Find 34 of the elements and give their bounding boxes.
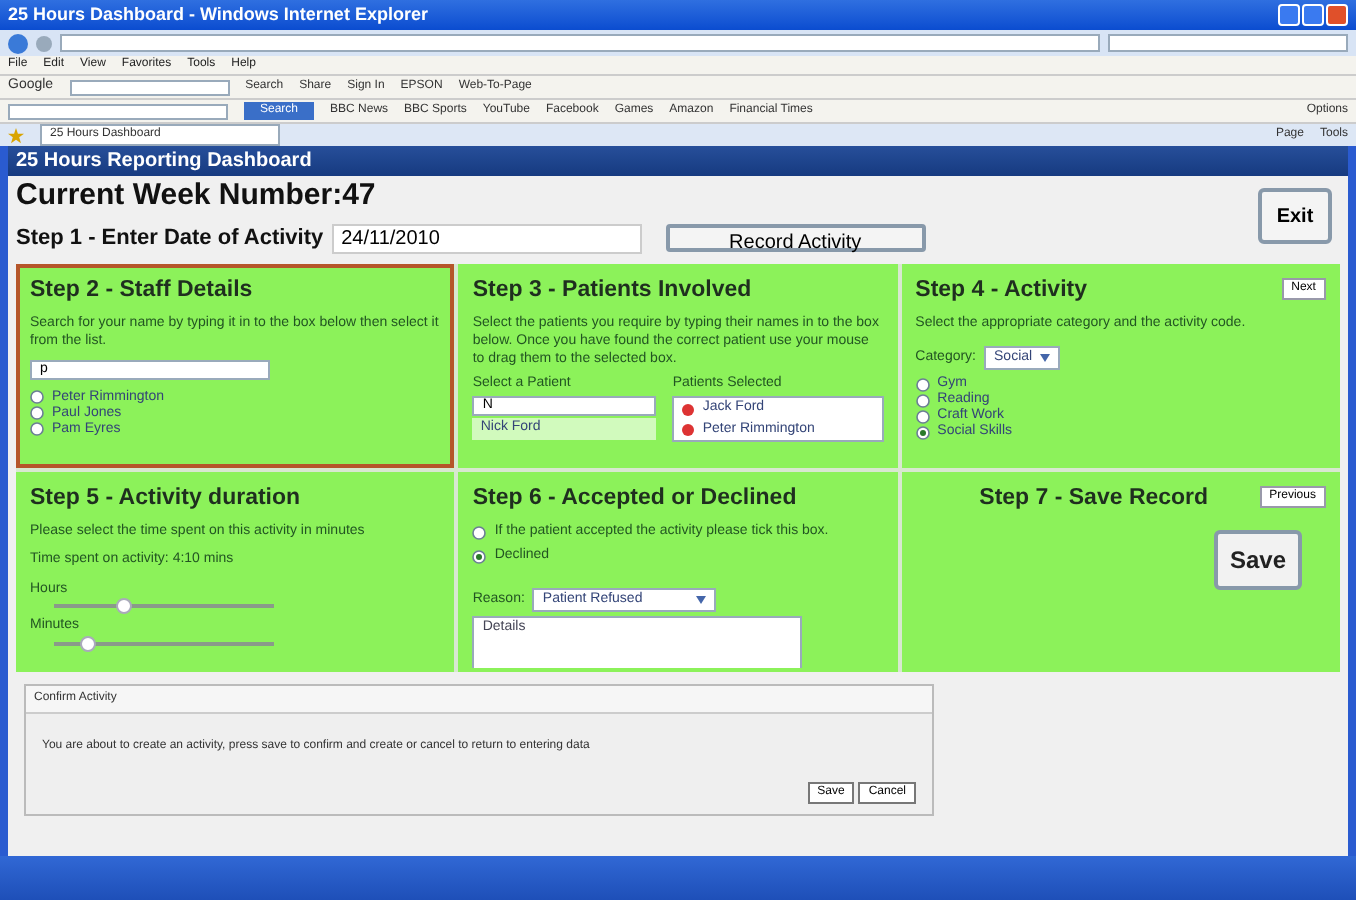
slider-track[interactable] — [54, 641, 274, 646]
app-title: 25 Hours Reporting Dashboard — [16, 148, 312, 176]
step-title: Step 7 - Save Record — [977, 483, 1209, 513]
step1-label: Step 1 - Enter Date of Activity — [16, 224, 324, 254]
exit-button[interactable]: Exit — [1258, 188, 1332, 244]
radio-button[interactable] — [915, 393, 930, 408]
window-title: 25 Hours Dashboard - Windows Internet Explorer — [8, 1, 428, 28]
save-button[interactable]: Save — [1213, 529, 1302, 590]
slider-thumb[interactable] — [79, 635, 95, 652]
step-title: Step 4 - Activity — [915, 275, 1088, 305]
address-field[interactable] — [60, 34, 1100, 52]
slider-thumb[interactable] — [116, 598, 133, 615]
radio-button[interactable] — [915, 409, 930, 424]
toolbar-search-field[interactable] — [8, 103, 228, 119]
star-icon[interactable] — [8, 127, 24, 143]
step-title: Step 2 - Staff Details — [30, 275, 253, 305]
step-title: Step 5 - Activity duration — [30, 483, 301, 513]
step-title: Step 6 - Accepted or Declined — [472, 483, 797, 513]
radio-button[interactable] — [915, 425, 930, 440]
search-field[interactable] — [1108, 34, 1348, 52]
radio-button[interactable] — [915, 377, 930, 392]
google-search-field[interactable] — [69, 79, 230, 95]
radio-button[interactable] — [30, 422, 44, 437]
radio-button[interactable] — [472, 550, 487, 564]
record-activity-button[interactable]: Record Activity — [665, 224, 926, 253]
week-number: Current Week Number:47 — [16, 176, 378, 216]
radio-button[interactable] — [30, 390, 44, 405]
slider-track[interactable] — [54, 604, 274, 609]
date-field[interactable]: 24/11/2010 — [331, 223, 642, 254]
radio-button[interactable] — [472, 525, 487, 539]
caret-icon — [696, 596, 707, 604]
caret-icon — [1040, 354, 1051, 362]
radio-button[interactable] — [30, 406, 44, 421]
step-title: Step 3 - Patients Involved — [472, 275, 752, 305]
